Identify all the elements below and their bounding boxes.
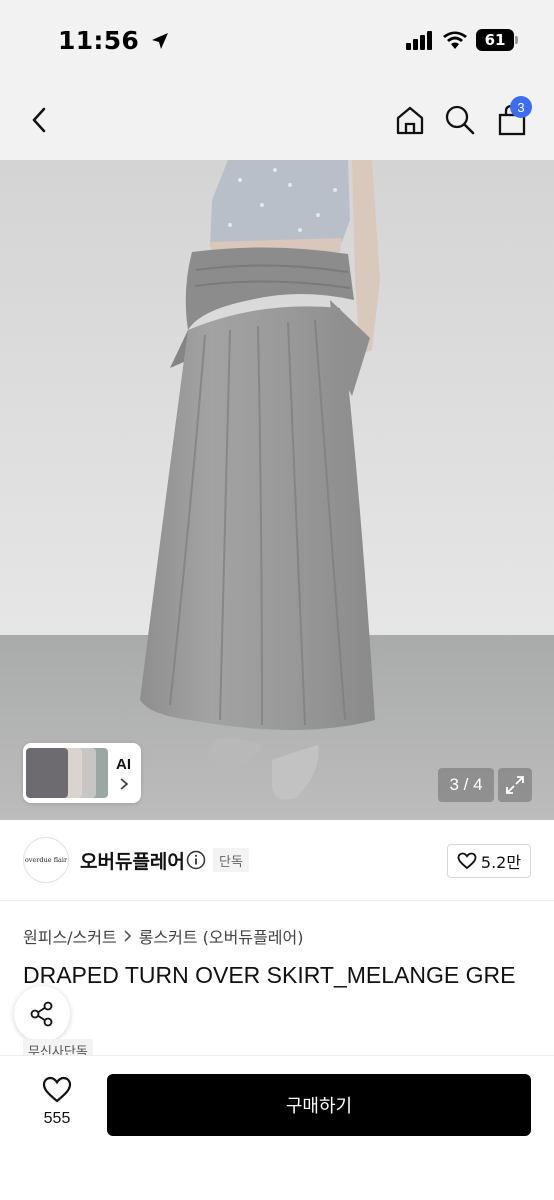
signal-icon [406,31,432,50]
image-page-indicator: 3 / 4 [438,768,494,802]
product-photo [0,160,554,820]
cart-button[interactable]: 3 [490,96,534,142]
location-arrow-icon [152,33,169,49]
chevron-right-icon [124,930,131,942]
brand-logo[interactable]: overdue flair [23,837,69,883]
expand-image-button[interactable] [498,768,532,802]
home-button[interactable] [388,98,432,142]
share-icon [30,1001,53,1027]
search-icon [445,105,475,135]
battery-icon: 61 [476,29,518,51]
status-indicators: 61 [406,29,518,51]
ai-label: AI [116,755,131,773]
exclusive-tag: 단독 [213,848,249,872]
wishlist-count: 555 [43,1110,71,1127]
thumbnail-stack [26,746,110,800]
wifi-icon [443,31,467,49]
nav-bar: 3 [0,80,554,160]
brand-like-count: 5.2만 [480,853,522,872]
heart-icon [42,1076,72,1103]
expand-icon [506,776,524,794]
page-indicator-text: 3 / 4 [449,775,483,794]
buy-button[interactable]: 구매하기 [107,1074,531,1136]
brand-name[interactable]: 오버듀플레어 [80,847,185,874]
heart-icon [457,852,477,870]
brand-row: overdue flair 오버듀플레어 단독 5.2만 [0,820,554,900]
breadcrumb-category[interactable]: 원피스/스커트 [23,924,117,948]
wishlist-button[interactable]: 555 [28,1076,86,1136]
battery-level: 61 [484,31,506,49]
ai-similar-thumbnails[interactable]: AI [23,743,141,803]
status-time: 11:56 [58,26,170,55]
chevron-left-icon [32,107,46,133]
thumbnail-1 [26,748,68,798]
share-button[interactable] [14,986,70,1042]
home-icon [396,106,424,135]
product-title: DRAPED TURN OVER SKIRT_MELANGE GRE [23,962,516,988]
breadcrumb: 원피스/스커트 롱스커트 (오버듀플레어) [23,924,304,948]
status-time-text: 11:56 [58,26,140,55]
divider [0,900,554,901]
status-bar: 11:56 61 [0,0,554,80]
buy-button-label: 구매하기 [285,1096,353,1117]
brand-like-button[interactable]: 5.2만 [447,844,531,878]
chevron-right-icon [119,777,128,790]
bottom-action-bar: 555 구매하기 [0,1055,554,1200]
breadcrumb-subcategory[interactable]: 롱스커트 (오버듀플레어) [139,924,304,948]
search-button[interactable] [438,98,482,142]
cart-count: 3 [517,99,525,115]
cart-count-badge: 3 [510,96,532,118]
brand-logo-text: overdue flair [24,856,68,864]
back-button[interactable] [18,98,62,142]
ai-link: AI [116,756,131,791]
info-icon[interactable] [186,850,206,870]
product-image-carousel[interactable]: AI 3 / 4 [0,160,554,820]
